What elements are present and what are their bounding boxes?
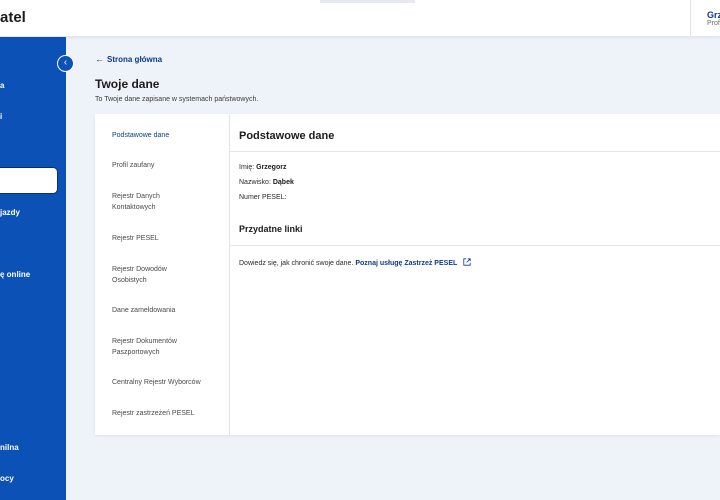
menu-item-rejestr-paszportow[interactable]: Rejestr Dokumentów Paszportowych (112, 336, 202, 358)
top-tab-indicator (320, 0, 415, 3)
menu-item-dane-zameldowania[interactable]: Dane zameldowania (112, 305, 224, 316)
back-link[interactable]: ← Strona główna (95, 54, 162, 64)
pesel-label: Numer PESEL: (239, 194, 287, 201)
back-link-label: Strona główna (107, 55, 163, 64)
useful-links-title: Przydatne linki (239, 224, 303, 234)
first-name-row: Imię: Grzegorz (239, 164, 286, 171)
sidebar: a i jazdy ę online nilna ocy (0, 37, 66, 500)
chevron-left-icon: ‹ (63, 57, 68, 68)
data-card: Podstawowe dane Profil zaufany Rejestr D… (95, 114, 720, 435)
sidebar-collapse-button[interactable]: ‹ (57, 55, 74, 72)
last-name-row: Nazwisko: Dąbek (239, 179, 294, 186)
menu-item-rejestr-zastrzezen[interactable]: Rejestr zastrzeżeń PESEL (112, 408, 224, 419)
pesel-row: Numer PESEL: (239, 194, 286, 201)
sidebar-item-help[interactable]: ocy (0, 474, 14, 483)
zastrzez-pesel-link[interactable]: Poznaj usługę Zastrzeż PESEL (355, 260, 457, 267)
user-name: Grz (707, 10, 720, 20)
sidebar-item-active[interactable] (0, 167, 58, 194)
first-name-label: Imię: (239, 164, 255, 171)
top-bar: atel Grz Prof (0, 0, 720, 37)
sidebar-item-2[interactable]: i (0, 112, 2, 121)
external-link-icon[interactable] (463, 258, 471, 266)
useful-links-text: Dowiedz się, jak chronić swoje dane. (239, 260, 354, 267)
sidebar-item-family[interactable]: nilna (0, 443, 19, 452)
app-title: atel (0, 9, 26, 26)
last-name-label: Nazwisko: (239, 179, 271, 186)
sidebar-item-vehicles[interactable]: jazdy (0, 208, 20, 217)
menu-divider (229, 114, 230, 435)
menu-item-profil-zaufany[interactable]: Profil zaufany (112, 160, 224, 171)
menu-item-rejestr-wyborcow[interactable]: Centralny Rejestr Wyborców (112, 377, 224, 388)
arrow-left-icon: ← (95, 54, 104, 64)
first-name-value: Grzegorz (256, 164, 287, 171)
sidebar-item-online[interactable]: ę online (0, 270, 30, 279)
page-subtitle: To Twoje dane zapisane w systemach państ… (95, 96, 259, 103)
user-menu[interactable]: Grz Prof (690, 0, 720, 37)
page-title: Twoje dane (95, 77, 160, 91)
menu-item-rejestr-danych-kontaktowych[interactable]: Rejestr Danych Kontaktowych (112, 191, 182, 213)
menu-item-rejestr-pesel[interactable]: Rejestr PESEL (112, 233, 224, 244)
useful-links-row: Dowiedz się, jak chronić swoje dane. Poz… (239, 258, 471, 267)
menu-item-rejestr-dowodow[interactable]: Rejestr Dowodów Osobistych (112, 264, 187, 286)
last-name-value: Dąbek (272, 179, 294, 186)
section-title: Podstawowe dane (239, 130, 335, 142)
links-divider (230, 245, 720, 246)
menu-item-podstawowe-dane[interactable]: Podstawowe dane (112, 130, 224, 141)
section-divider (230, 151, 720, 152)
sidebar-item-1[interactable]: a (0, 81, 4, 90)
user-profile-label: Prof (707, 20, 720, 27)
